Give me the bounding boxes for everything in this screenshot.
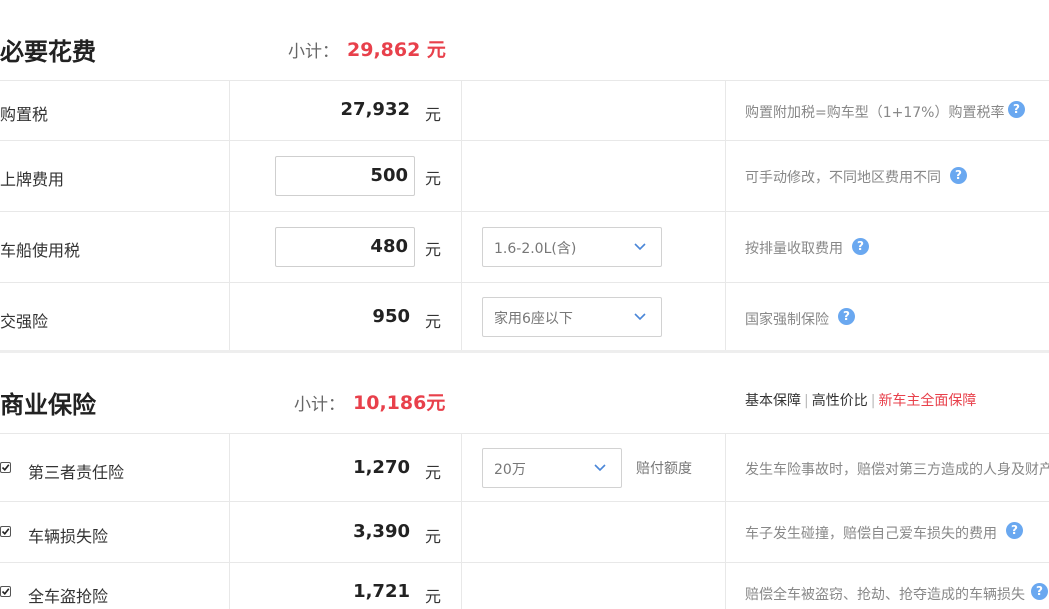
row-note: 赔偿全车被盗窃、抢劫、抢夺造成的车辆损失 xyxy=(745,587,1025,603)
unit-label: 元 xyxy=(425,527,442,546)
row-label: 第三者责任险 xyxy=(28,463,125,482)
amount-value: 3,390 xyxy=(353,521,410,542)
checkmark-icon xyxy=(1,588,10,595)
help-question-icon[interactable]: ? xyxy=(1006,522,1023,539)
unit-label: 元 xyxy=(425,463,442,482)
row-note: 按排量收取费用 xyxy=(745,241,843,257)
unit-label: 元 xyxy=(425,169,442,188)
amount-value: 1,270 xyxy=(353,457,410,478)
commercial-subtotal-label: 小计： xyxy=(294,395,345,415)
amount-value: 27,932 xyxy=(340,99,410,120)
row-note: 发生车险事故时，赔偿对第三方造成的人身及财产 xyxy=(745,462,1049,478)
row-label: 交强险 xyxy=(0,312,49,331)
help-question-icon[interactable]: ? xyxy=(950,167,967,184)
row-note: 购置附加税=购车型（1+17%）购置税率 xyxy=(745,105,1005,121)
vehicle-damage-checkbox[interactable] xyxy=(0,526,11,537)
row-label: 全车盗抢险 xyxy=(28,587,109,606)
plan-divider: | xyxy=(870,393,876,409)
seat-type-select[interactable]: 家用6座以下 xyxy=(482,297,662,337)
amount-value: 950 xyxy=(372,306,410,327)
row-label: 购置税 xyxy=(0,105,49,124)
commercial-section-title: 商业保险 xyxy=(0,391,96,419)
unit-label: 元 xyxy=(425,240,442,259)
select-value: 1.6-2.0L(含) xyxy=(494,241,577,257)
amount-value: 1,721 xyxy=(353,581,410,602)
row-label: 上牌费用 xyxy=(0,170,65,189)
amount-value: 480 xyxy=(370,236,408,257)
plan-basic-tab[interactable]: 基本保障 xyxy=(745,393,801,409)
required-subtotal-value: 29,862 元 xyxy=(347,39,446,61)
unit-label: 元 xyxy=(425,312,442,331)
vehicle-tax-input[interactable]: 480 xyxy=(275,227,415,267)
chevron-down-icon xyxy=(634,313,646,321)
amount-value: 500 xyxy=(370,165,408,186)
license-fee-input[interactable]: 500 xyxy=(275,156,415,196)
row-note: 国家强制保险 xyxy=(745,312,829,328)
plan-value-tab[interactable]: 高性价比 xyxy=(812,393,868,409)
row-label: 车船使用税 xyxy=(0,241,81,260)
coverage-amount-select[interactable]: 20万 xyxy=(482,448,622,488)
checkmark-icon xyxy=(1,528,10,535)
plan-full-tab[interactable]: 新车主全面保障 xyxy=(878,393,976,409)
select-value: 家用6座以下 xyxy=(494,311,573,327)
help-question-icon[interactable]: ? xyxy=(838,308,855,325)
insurance-plan-tabs: 基本保障 | 高性价比 | 新车主全面保障 xyxy=(745,390,976,410)
chevron-down-icon xyxy=(594,464,606,472)
unit-label: 元 xyxy=(425,105,442,124)
help-question-icon[interactable]: ? xyxy=(852,238,869,255)
theft-checkbox[interactable] xyxy=(0,586,11,597)
row-label: 车辆损失险 xyxy=(28,527,109,546)
select-value: 20万 xyxy=(494,462,526,478)
displacement-select[interactable]: 1.6-2.0L(含) xyxy=(482,227,662,267)
unit-label: 元 xyxy=(425,587,442,606)
row-note: 车子发生碰撞，赔偿自己爱车损失的费用 xyxy=(745,526,997,542)
plan-divider: | xyxy=(804,393,809,409)
required-subtotal-label: 小计： xyxy=(288,42,339,62)
chevron-down-icon xyxy=(634,243,646,251)
help-question-icon[interactable]: ? xyxy=(1008,101,1025,118)
checkmark-icon xyxy=(1,464,10,471)
commercial-subtotal-value: 10,186元 xyxy=(353,392,446,414)
help-question-icon[interactable]: ? xyxy=(1031,583,1048,600)
required-section-title: 必要花费 xyxy=(0,38,96,66)
third-party-checkbox[interactable] xyxy=(0,462,11,473)
coverage-amount-label: 赔付额度 xyxy=(636,461,692,477)
row-note: 可手动修改，不同地区费用不同 xyxy=(745,170,941,186)
